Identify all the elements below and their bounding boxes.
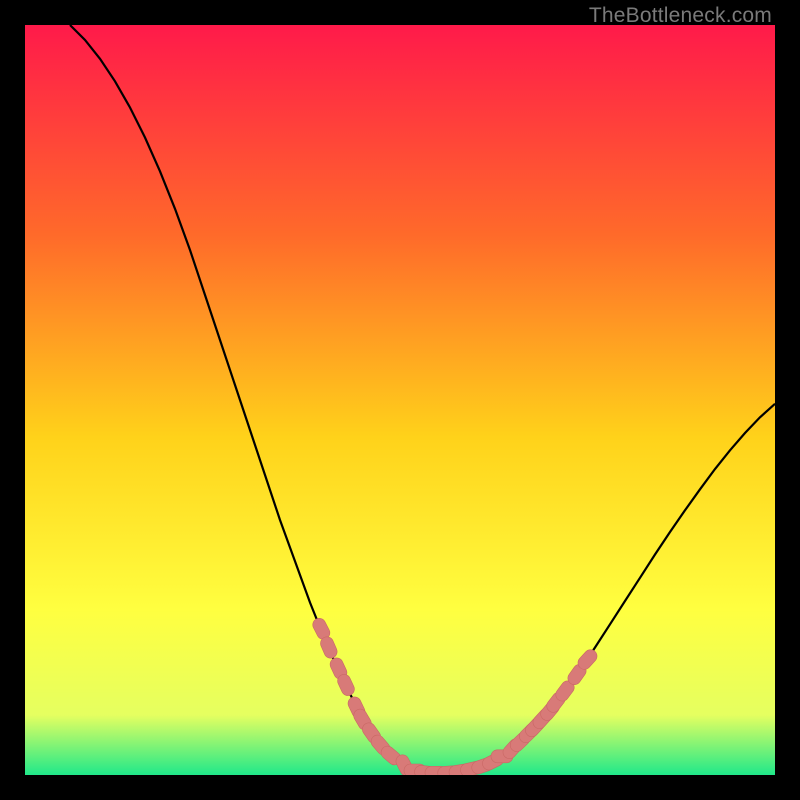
gradient-background [25,25,775,775]
chart-svg [25,25,775,775]
chart-frame [25,25,775,775]
